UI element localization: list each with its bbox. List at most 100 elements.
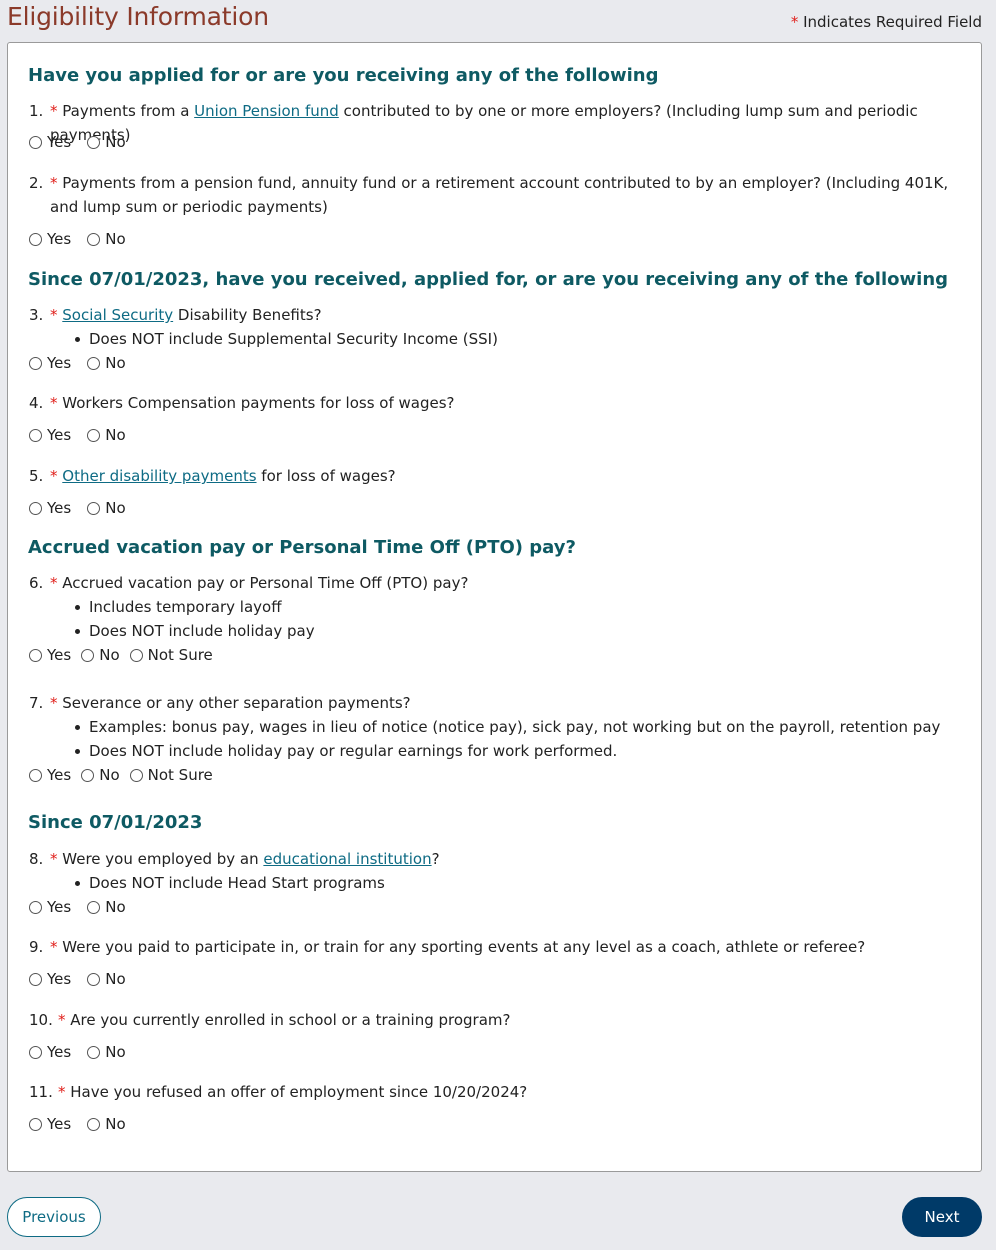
required-star: * <box>58 1011 66 1029</box>
info-link[interactable]: educational institution <box>263 850 431 868</box>
info-link[interactable]: Union Pension fund <box>194 102 339 120</box>
radio-option-no[interactable]: No <box>87 227 126 251</box>
note-item: Does NOT include Head Start programs <box>29 871 967 895</box>
radio-option-no[interactable]: No <box>87 895 126 919</box>
question-8: 8. * Were you employed by an educational … <box>29 847 967 895</box>
radio-label: Not Sure <box>147 646 213 664</box>
radio-button[interactable] <box>87 501 101 515</box>
radio-label: Yes <box>47 646 72 664</box>
radio-button[interactable] <box>87 135 101 149</box>
radio-option-no[interactable]: No <box>81 763 120 787</box>
question-number: 8. <box>29 850 44 868</box>
radio-button[interactable] <box>81 768 95 782</box>
info-link[interactable]: Other disability payments <box>62 467 256 485</box>
required-note-text: Indicates Required Field <box>803 13 982 31</box>
radio-option-yes[interactable]: Yes <box>29 351 71 375</box>
question-text-row: 2. * Payments from a pension fund, annuit… <box>29 171 967 219</box>
question-label: * Social Security Disability Benefits? <box>50 303 967 327</box>
radio-label: No <box>105 1043 126 1061</box>
question-text: Payments from a <box>62 102 195 120</box>
radio-option-yes[interactable]: Yes <box>29 423 71 447</box>
question-text: Workers Compensation payments for loss o… <box>62 394 455 412</box>
question-2-radio-group: Yes No <box>29 227 142 251</box>
radio-button[interactable] <box>87 900 101 914</box>
radio-button[interactable] <box>129 648 143 662</box>
radio-button[interactable] <box>87 1045 101 1059</box>
radio-label: No <box>105 133 126 151</box>
radio-option-no[interactable]: No <box>87 423 126 447</box>
previous-button[interactable]: Previous <box>7 1197 101 1237</box>
radio-button[interactable] <box>29 135 42 149</box>
question-1: 1. * Payments from a Union Pension fund c… <box>29 99 967 147</box>
question-text-row: 7. * Severance or any other separation pa… <box>29 691 967 715</box>
radio-label: Yes <box>47 354 72 372</box>
radio-button[interactable] <box>29 428 42 442</box>
question-label: * Workers Compensation payments for loss… <box>50 391 967 415</box>
next-button[interactable]: Next <box>902 1197 982 1237</box>
radio-label: Yes <box>47 970 72 988</box>
radio-label: No <box>105 898 126 916</box>
radio-button[interactable] <box>81 648 95 662</box>
radio-button[interactable] <box>87 356 101 370</box>
section-heading: Since 07/01/2023, have you received, app… <box>28 269 949 290</box>
radio-button[interactable] <box>129 768 143 782</box>
radio-label: Yes <box>47 133 72 151</box>
radio-option-no[interactable]: No <box>87 351 126 375</box>
radio-label: No <box>105 1115 126 1133</box>
question-9: 9. * Were you paid to participate in, or … <box>29 935 967 959</box>
section-heading: Since 07/01/2023 <box>28 812 203 833</box>
required-star: * <box>50 938 58 956</box>
question-8-radio-group: Yes No <box>29 895 142 919</box>
radio-button[interactable] <box>29 768 42 782</box>
radio-option-no[interactable]: No <box>81 643 120 667</box>
radio-option-yes[interactable]: Yes <box>29 1112 71 1136</box>
question-number: 7. <box>29 694 44 712</box>
radio-option-yes[interactable]: Yes <box>29 1040 71 1064</box>
radio-label: No <box>105 426 126 444</box>
radio-button[interactable] <box>29 648 42 662</box>
radio-button[interactable] <box>87 232 101 246</box>
question-number: 6. <box>29 574 44 592</box>
radio-option-yes[interactable]: Yes <box>29 643 71 667</box>
radio-button[interactable] <box>29 1117 42 1131</box>
radio-label: No <box>105 354 126 372</box>
radio-option-no[interactable]: No <box>87 1040 126 1064</box>
radio-option-yes[interactable]: Yes <box>29 496 71 520</box>
info-link[interactable]: Social Security <box>62 306 173 324</box>
radio-button[interactable] <box>29 1045 42 1059</box>
radio-button[interactable] <box>29 972 42 986</box>
radio-option-yes[interactable]: Yes <box>29 227 71 251</box>
question-notes: Examples: bonus pay, wages in lieu of no… <box>29 715 967 763</box>
radio-option-no[interactable]: No <box>87 130 126 154</box>
radio-label: Yes <box>47 499 72 517</box>
question-label: * Accrued vacation pay or Personal Time … <box>50 571 967 595</box>
radio-button[interactable] <box>29 356 42 370</box>
required-star: * <box>50 306 58 324</box>
radio-option-not-sure[interactable]: Not Sure <box>129 763 213 787</box>
radio-option-no[interactable]: No <box>87 967 126 991</box>
radio-option-yes[interactable]: Yes <box>29 895 71 919</box>
required-star: * <box>50 574 58 592</box>
radio-option-yes[interactable]: Yes <box>29 763 71 787</box>
question-6-radio-group: Yes No Not Sure <box>29 643 223 667</box>
question-text-row: 9. * Were you paid to participate in, or … <box>29 935 967 959</box>
eligibility-form: Have you applied for or are you receivin… <box>7 42 982 1172</box>
radio-button[interactable] <box>87 1117 101 1131</box>
radio-option-no[interactable]: No <box>87 1112 126 1136</box>
radio-button[interactable] <box>29 501 42 515</box>
question-1-radio-group: Yes No <box>29 130 142 154</box>
question-text-row: 10. * Are you currently enrolled in schoo… <box>29 1008 967 1032</box>
radio-button[interactable] <box>87 972 101 986</box>
radio-option-yes[interactable]: Yes <box>29 967 71 991</box>
question-number: 10. <box>29 1011 53 1029</box>
radio-label: No <box>105 499 126 517</box>
radio-option-no[interactable]: No <box>87 496 126 520</box>
radio-button[interactable] <box>29 232 42 246</box>
question-text: ? <box>431 850 440 868</box>
radio-button[interactable] <box>29 900 42 914</box>
radio-label: No <box>99 766 120 784</box>
radio-button[interactable] <box>87 428 101 442</box>
radio-option-yes[interactable]: Yes <box>29 130 71 154</box>
radio-option-not-sure[interactable]: Not Sure <box>129 643 213 667</box>
question-label: * Have you refused an offer of employmen… <box>58 1080 967 1104</box>
